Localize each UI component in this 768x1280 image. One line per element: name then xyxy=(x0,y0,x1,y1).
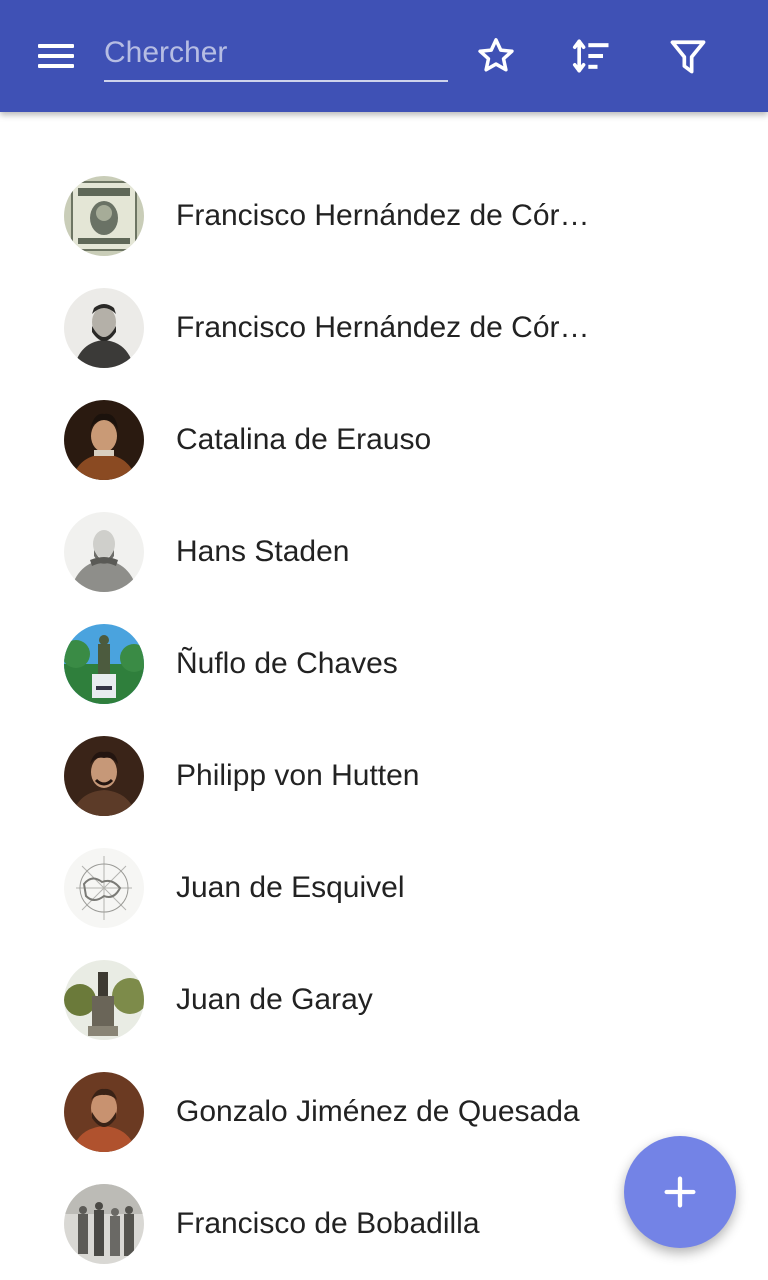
avatar xyxy=(64,400,144,480)
list-item[interactable]: Catalina de Erauso xyxy=(0,384,768,496)
person-name: Francisco de Bobadilla xyxy=(176,1207,480,1240)
avatar xyxy=(64,1072,144,1152)
person-name: Catalina de Erauso xyxy=(176,423,432,456)
plus-icon xyxy=(664,1176,696,1208)
list-item[interactable]: Francisco Hernández de Córdoba xyxy=(0,272,768,384)
person-name: Ñuflo de Chaves xyxy=(176,647,398,680)
avatar xyxy=(64,1184,144,1264)
sort-icon[interactable] xyxy=(566,30,618,82)
avatar xyxy=(64,848,144,928)
filter-icon[interactable] xyxy=(662,30,714,82)
person-name: Juan de Garay xyxy=(176,983,373,1016)
list-item[interactable]: Juan de Esquivel xyxy=(0,832,768,944)
list-item[interactable]: Hans Staden xyxy=(0,496,768,608)
list-item[interactable]: Juan de Garay xyxy=(0,944,768,1056)
avatar xyxy=(64,960,144,1040)
person-name: Francisco Hernández de Córdoba xyxy=(176,199,590,232)
person-name: Philipp von Hutten xyxy=(176,759,420,792)
avatar xyxy=(64,736,144,816)
person-name: Francisco Hernández de Córdoba xyxy=(176,311,590,344)
list-item[interactable]: Philipp von Hutten xyxy=(0,720,768,832)
list-item[interactable]: Ñuflo de Chaves xyxy=(0,608,768,720)
person-name: Hans Staden xyxy=(176,535,350,568)
add-button[interactable] xyxy=(624,1136,736,1248)
app-bar xyxy=(0,0,768,112)
people-list: Francisco Hernández de Córdoba Francisco… xyxy=(0,160,768,1280)
avatar xyxy=(64,176,144,256)
search-input[interactable] xyxy=(104,26,448,82)
list-item[interactable]: Francisco Hernández de Córdoba xyxy=(0,160,768,272)
person-name: Juan de Esquivel xyxy=(176,871,405,904)
avatar xyxy=(64,512,144,592)
star-outline-icon[interactable] xyxy=(470,30,522,82)
avatar xyxy=(64,288,144,368)
person-name: Gonzalo Jiménez de Quesada xyxy=(176,1095,580,1128)
avatar xyxy=(64,624,144,704)
menu-icon[interactable] xyxy=(28,34,84,78)
